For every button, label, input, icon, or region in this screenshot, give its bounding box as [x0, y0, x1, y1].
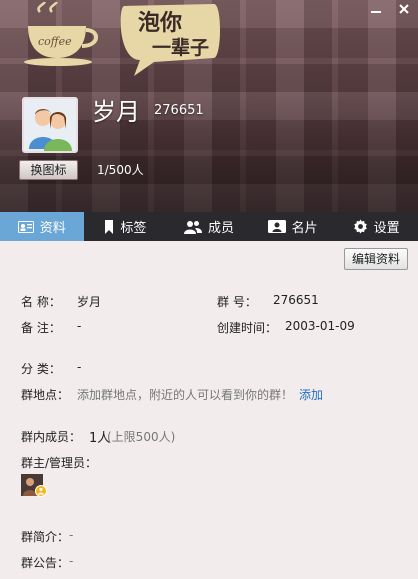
coffee-cup-logo: coffee [22, 0, 102, 71]
intro-field-value: - [69, 528, 74, 542]
gear-icon [353, 219, 367, 234]
owner-badge-icon [35, 485, 47, 497]
note-field-label: 备 注： [21, 321, 61, 335]
members-icon [183, 220, 202, 234]
slogan-bubble: 泡你 一辈子 [114, 0, 224, 83]
tab-settings[interactable]: 设置 [334, 212, 418, 241]
group-number: 276651 [154, 103, 204, 118]
note-field-value: - [77, 319, 82, 333]
number-field-label: 群 号： [217, 295, 257, 309]
tab-bar: 资料 标签 成员 名片 设置 [0, 212, 418, 241]
tab-tags[interactable]: 标签 [84, 212, 168, 241]
edit-profile-button[interactable]: 编辑资料 [344, 248, 408, 270]
tab-members-label: 成员 [207, 221, 234, 236]
svg-text:coffee: coffee [38, 35, 72, 48]
add-location-link[interactable]: 添加 [299, 386, 323, 403]
tab-card-label: 名片 [291, 221, 318, 236]
admin-field-label: 群主/管理员： [21, 456, 98, 470]
members-limit: (上限500人) [107, 430, 176, 444]
tab-profile-label: 资料 [39, 221, 66, 236]
group-avatar[interactable] [22, 97, 78, 153]
close-button[interactable] [390, 0, 418, 22]
category-field-value: - [77, 360, 82, 374]
created-field-value: 2003-01-09 [285, 319, 355, 333]
svg-text:泡你: 泡你 [138, 10, 182, 36]
window-controls [362, 0, 418, 22]
tab-card[interactable]: 名片 [251, 212, 335, 241]
members-field-label: 群内成员： [21, 430, 82, 444]
intro-field-label: 群简介： [21, 530, 70, 544]
tab-members[interactable]: 成员 [167, 212, 251, 241]
change-icon-button[interactable]: 换图标 [19, 160, 78, 180]
category-field-label: 分 类： [21, 362, 61, 376]
tab-settings-label: 设置 [373, 221, 400, 236]
minimize-button[interactable] [362, 0, 390, 22]
member-count: 1/500人 [97, 163, 144, 177]
notice-field-label: 群公告： [21, 556, 70, 570]
header-banner: coffee 泡你 一辈子 岁月 276651 换图标 1/500人 [0, 0, 418, 212]
card-icon [267, 220, 286, 233]
group-profile-window: coffee 泡你 一辈子 岁月 276651 换图标 1/500人 资料 标签… [0, 0, 418, 579]
admin-avatar[interactable] [21, 474, 47, 497]
tab-tags-label: 标签 [120, 221, 147, 236]
location-hint: 添加群地点，附近的人可以看到你的群！ [77, 388, 294, 402]
profile-panel: 编辑资料 名 称： 岁月 群 号： 276651 备 注： - 创建时间： 20… [0, 241, 418, 579]
bookmark-icon [105, 219, 114, 234]
group-name: 岁月 [92, 98, 140, 126]
name-field-label: 名 称： [21, 295, 61, 309]
number-field-value: 276651 [273, 293, 319, 307]
created-field-label: 创建时间： [217, 321, 278, 335]
id-card-icon [17, 220, 34, 233]
notice-field-value: - [69, 554, 74, 568]
svg-text:一辈子: 一辈子 [152, 37, 209, 59]
name-field-value: 岁月 [77, 295, 102, 309]
tab-profile[interactable]: 资料 [0, 212, 84, 241]
location-field-label: 群地点： [21, 388, 70, 402]
